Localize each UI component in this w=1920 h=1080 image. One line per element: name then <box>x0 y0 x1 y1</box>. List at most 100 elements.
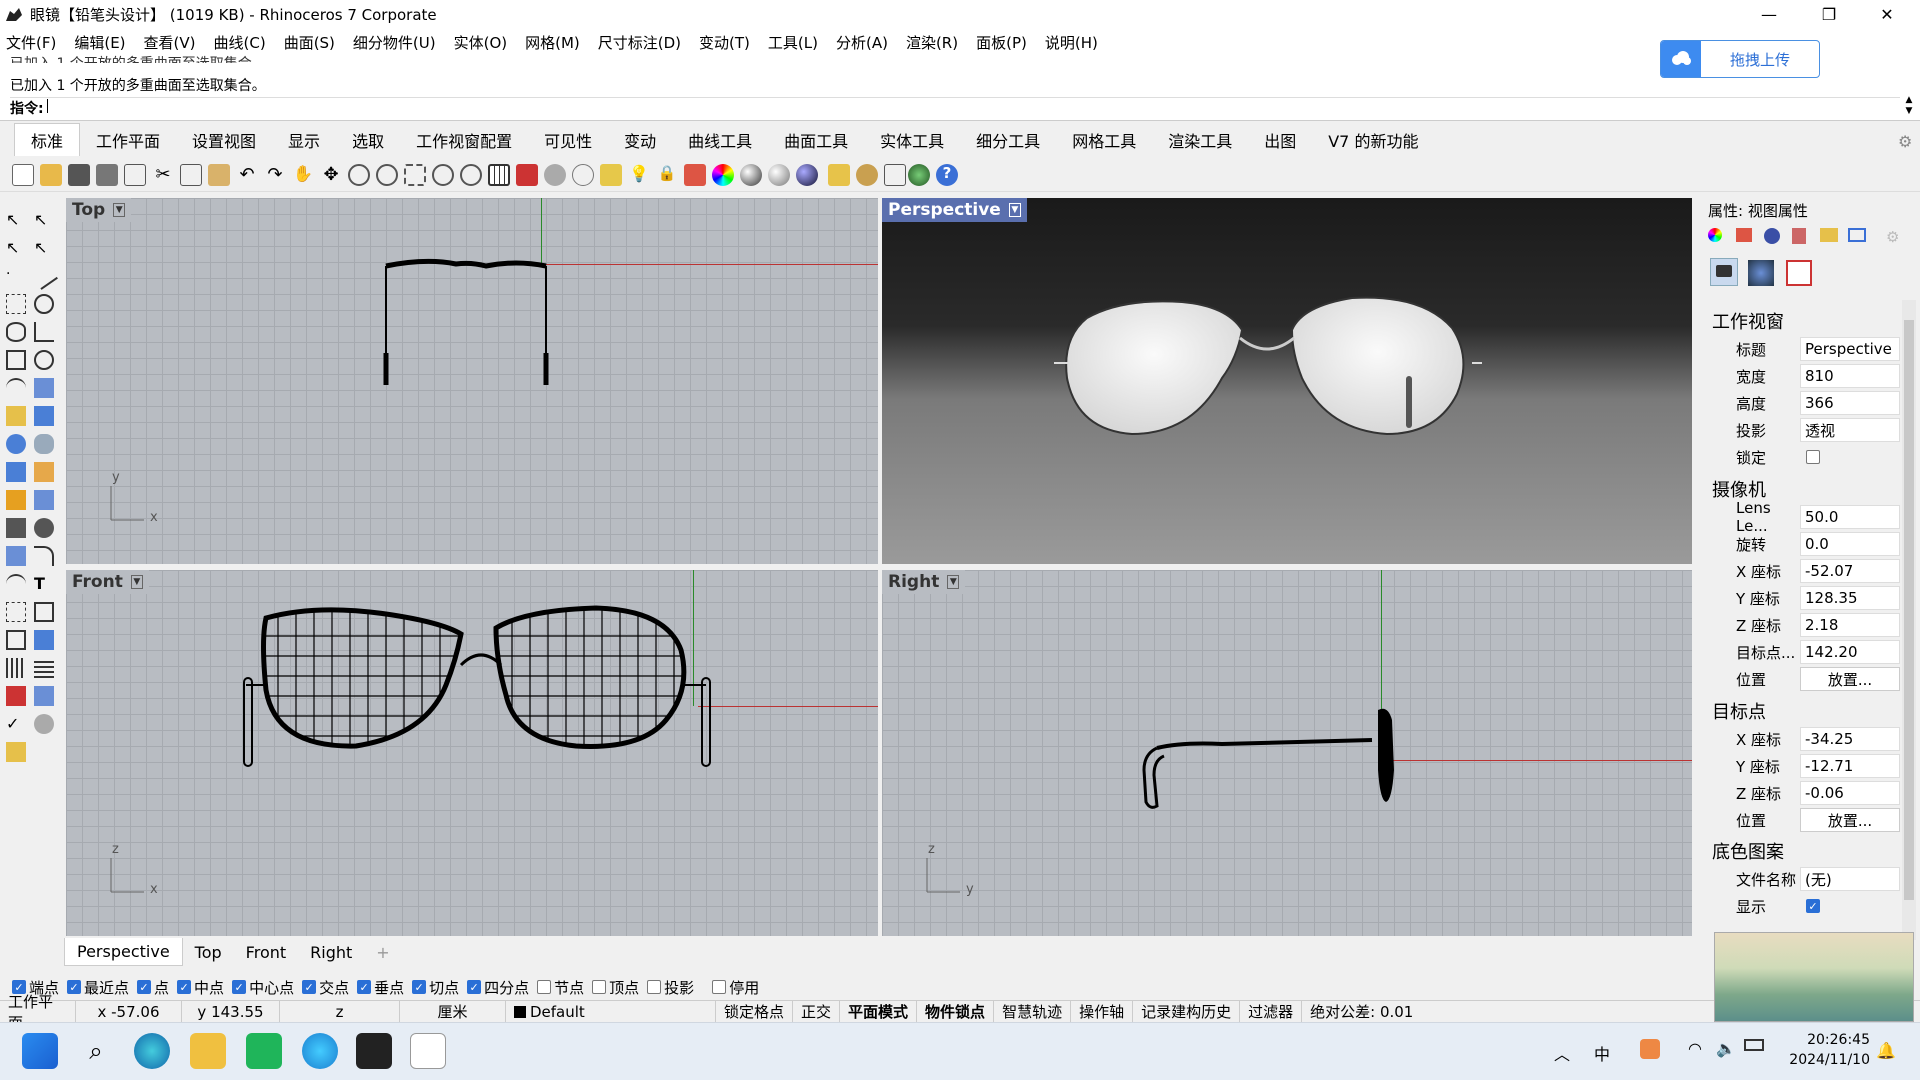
select-points-icon[interactable] <box>600 164 622 186</box>
analyze-icon[interactable] <box>6 518 26 538</box>
properties-icon[interactable] <box>34 714 54 734</box>
menu-help[interactable]: 说明(H) <box>1045 32 1098 53</box>
cplane-icon[interactable] <box>572 164 594 186</box>
select-control-icon[interactable]: ↖ <box>34 238 54 258</box>
checkbox-icon[interactable]: ✓ <box>467 980 482 994</box>
properties-scrollbar[interactable] <box>1902 300 1916 940</box>
osnap-tan[interactable]: ✓ 切点 <box>412 977 459 998</box>
edge-browser-icon[interactable] <box>134 1033 170 1069</box>
add-viewport-tab-button[interactable]: + <box>364 943 401 962</box>
rectangle-icon[interactable] <box>6 350 26 370</box>
prop-width-field[interactable]: 810 <box>1800 364 1900 388</box>
checkbox-icon[interactable] <box>537 980 552 994</box>
tab-transform[interactable]: 变动 <box>608 128 672 156</box>
tab-perspective[interactable]: Perspective <box>64 938 183 966</box>
globe-icon[interactable] <box>908 164 930 186</box>
viewport-perspective[interactable]: Perspective ▼ <box>882 198 1692 564</box>
prop-height-field[interactable]: 366 <box>1800 391 1900 415</box>
chevron-down-icon[interactable]: ▼ <box>1008 203 1021 217</box>
close-button[interactable]: ✕ <box>1858 0 1916 29</box>
lock-icon[interactable]: 🔒 <box>656 164 678 186</box>
frame-icon[interactable] <box>1786 260 1812 286</box>
tab-drafting[interactable]: 出图 <box>1248 128 1312 156</box>
viewport-front[interactable]: z x Front ▼ <box>66 570 878 936</box>
file-explorer-icon[interactable] <box>190 1033 226 1069</box>
menu-mesh[interactable]: 网格(M) <box>525 32 580 53</box>
redo-icon[interactable]: ↷ <box>264 164 286 186</box>
rendered-sphere-icon[interactable] <box>768 164 790 186</box>
checkbox-icon[interactable]: ✓ <box>232 980 247 994</box>
export-icon[interactable] <box>124 164 146 186</box>
rotate-view-icon[interactable]: ✥ <box>320 164 342 186</box>
checkbox-icon[interactable] <box>592 980 607 994</box>
status-cplane[interactable]: 工作平面 <box>0 993 76 1032</box>
tab-standard[interactable]: 标准 <box>14 123 81 156</box>
undo-icon[interactable]: ↶ <box>236 164 258 186</box>
lightbulb-icon[interactable]: 💡 <box>628 164 650 186</box>
prop-target-y-field[interactable]: -12.71 <box>1800 754 1900 778</box>
circle-icon[interactable] <box>34 294 54 314</box>
osnap-vertex[interactable]: 顶点 <box>592 977 639 998</box>
osnap-point[interactable]: ✓ 点 <box>137 977 169 998</box>
ellipse-icon[interactable] <box>6 322 26 342</box>
texture-icon[interactable] <box>1792 228 1806 244</box>
tab-display[interactable]: 显示 <box>272 128 336 156</box>
menu-surface[interactable]: 曲面(S) <box>284 32 335 53</box>
tabs-gear-icon[interactable]: ⚙ <box>1898 132 1912 151</box>
tab-new-in-v7[interactable]: V7 的新功能 <box>1312 128 1434 156</box>
cylinder-icon[interactable] <box>34 434 54 454</box>
render-icon[interactable] <box>796 164 818 186</box>
tab-set-view[interactable]: 设置视图 <box>176 128 272 156</box>
chevron-down-icon[interactable]: ▼ <box>130 575 143 589</box>
tab-subd-tools[interactable]: 细分工具 <box>960 128 1056 156</box>
prop-camera-x-field[interactable]: -52.07 <box>1800 559 1900 583</box>
prop-lens-field[interactable]: 50.0 <box>1800 505 1900 529</box>
3d-app-icon[interactable] <box>356 1033 392 1069</box>
zoom-extents-icon[interactable] <box>404 164 426 186</box>
tab-top[interactable]: Top <box>183 943 234 962</box>
viewport-top-label[interactable]: Top ▼ <box>66 198 132 222</box>
polygon-icon[interactable] <box>34 322 54 342</box>
tab-surface-tools[interactable]: 曲面工具 <box>768 128 864 156</box>
checkbox-icon[interactable]: ✓ <box>357 980 372 994</box>
status-gumball[interactable]: 操作轴 <box>1071 1000 1134 1023</box>
color-wheel-icon[interactable] <box>712 164 734 186</box>
notification-bell-icon[interactable]: 🔔 <box>1876 1041 1896 1060</box>
status-planar[interactable]: 平面模式 <box>840 1000 918 1023</box>
osnap-project[interactable]: 投影 <box>647 977 694 998</box>
offset-icon[interactable] <box>34 546 54 566</box>
osnap-disable[interactable]: 停用 <box>712 977 759 998</box>
save-icon[interactable] <box>68 164 90 186</box>
named-views-icon[interactable] <box>544 164 566 186</box>
box-icon[interactable] <box>34 406 54 426</box>
tab-select[interactable]: 选取 <box>336 128 400 156</box>
dimension-icon[interactable] <box>6 490 26 510</box>
ime-indicator[interactable]: 中 <box>1594 1041 1610 1065</box>
menu-view[interactable]: 查看(V) <box>144 32 196 53</box>
place-camera-button[interactable]: 放置... <box>1800 667 1900 691</box>
prop-title-field[interactable]: Perspective <box>1800 337 1900 361</box>
gear-tool-icon[interactable] <box>34 462 54 482</box>
viewport-right[interactable]: z y Right ▼ <box>882 570 1692 936</box>
camera-icon[interactable] <box>1710 258 1738 286</box>
tab-mesh-tools[interactable]: 网格工具 <box>1056 128 1152 156</box>
osnap-int[interactable]: ✓ 交点 <box>302 977 349 998</box>
prop-rotation-field[interactable]: 0.0 <box>1800 532 1900 556</box>
osnap-quad[interactable]: ✓ 四分点 <box>467 977 529 998</box>
menu-panels[interactable]: 面板(P) <box>976 32 1027 53</box>
extrude-icon[interactable] <box>6 406 26 426</box>
tab-viewport-layout[interactable]: 工作视窗配置 <box>400 128 528 156</box>
place-target-button[interactable]: 放置... <box>1800 808 1900 832</box>
osnap-knot[interactable]: 节点 <box>537 977 584 998</box>
blend-icon[interactable] <box>6 574 26 594</box>
minimize-button[interactable]: — <box>1740 0 1798 29</box>
line-icon[interactable] <box>30 262 58 290</box>
select-point-arrow-icon[interactable]: ↖ <box>34 210 54 230</box>
taskbar-clock[interactable]: 20:26:45 2024/11/10 <box>1720 1030 1870 1070</box>
tab-right[interactable]: Right <box>298 943 364 962</box>
light-icon[interactable] <box>828 164 850 186</box>
status-layer[interactable]: Default <box>506 1000 716 1023</box>
paste-icon[interactable] <box>208 164 230 186</box>
snapshot-icon[interactable] <box>884 164 906 186</box>
folder-icon[interactable] <box>1820 228 1838 242</box>
